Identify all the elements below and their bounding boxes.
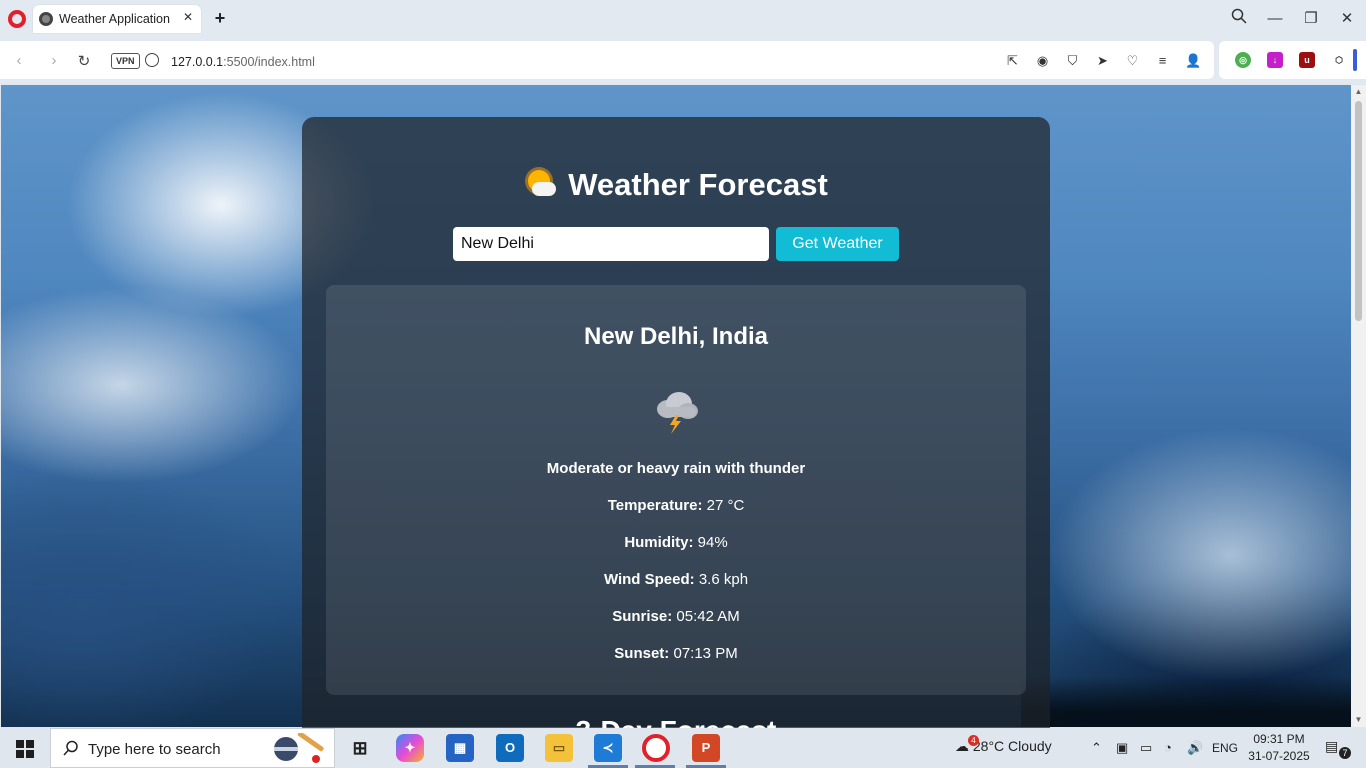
- volume-icon[interactable]: 🔊: [1187, 740, 1203, 756]
- system-clock[interactable]: 09:31 PM 31-07-2025: [1247, 731, 1311, 765]
- url-path: :5500/index.html: [223, 55, 315, 69]
- copilot-icon[interactable]: ✦: [396, 734, 424, 762]
- sunset-value: 07:13 PM: [673, 645, 738, 662]
- humidity-value: 94%: [697, 534, 728, 551]
- microsoft-store-icon[interactable]: ▦: [446, 734, 474, 762]
- weather-badge: 4: [968, 735, 979, 746]
- windows-taskbar: Type here to search ⊞ ✦ ▦ O ▭ ≺ P ☁ 28°C…: [0, 728, 1366, 768]
- clock-time: 09:31 PM: [1253, 732, 1305, 746]
- taskbar-search-box[interactable]: Type here to search: [50, 728, 335, 768]
- address-bar-row: ‹ › ↻ VPN 127.0.0.1:5500/index.html ⇱ ◉ …: [0, 38, 1366, 84]
- extension-box-icon[interactable]: ⬡: [1331, 52, 1347, 68]
- extensions-panel: ◎ ↓ u ⬡: [1219, 41, 1366, 79]
- sunset-label: Sunset:: [614, 645, 670, 662]
- url-field[interactable]: 127.0.0.1:5500/index.html: [171, 55, 315, 69]
- scroll-down-icon[interactable]: ▼: [1351, 713, 1366, 727]
- scroll-up-icon[interactable]: ▲: [1351, 85, 1366, 99]
- back-button[interactable]: ‹: [10, 52, 28, 69]
- share-icon[interactable]: ⇱: [1005, 53, 1020, 68]
- restore-button[interactable]: ❐: [1300, 8, 1322, 30]
- minimize-button[interactable]: —: [1264, 8, 1286, 30]
- city-search-input[interactable]: [453, 227, 769, 261]
- thunderstorm-icon: [657, 392, 698, 434]
- camera-icon[interactable]: ◉: [1035, 53, 1050, 68]
- meet-now-icon[interactable]: ▣: [1116, 740, 1128, 756]
- sun-behind-cloud-icon: [524, 168, 557, 200]
- wind-label: Wind Speed:: [603, 571, 695, 588]
- tab-search-icon[interactable]: [1228, 8, 1250, 30]
- sidebar-toggle[interactable]: [1353, 49, 1357, 71]
- windows-start-icon[interactable]: [16, 740, 34, 758]
- sunrise-label: Sunrise:: [612, 608, 673, 625]
- browser-tab[interactable]: Weather Application ✕: [33, 5, 201, 33]
- extension-download-icon[interactable]: ↓: [1267, 52, 1283, 68]
- humidity-row: Humidity: 94%: [326, 534, 1026, 551]
- get-weather-button[interactable]: Get Weather: [776, 227, 899, 261]
- heart-icon[interactable]: ♡: [1125, 53, 1140, 68]
- chevron-up-icon[interactable]: ⌃: [1091, 740, 1102, 756]
- task-view-icon[interactable]: ⊞: [346, 734, 374, 762]
- sunrise-value: 05:42 AM: [676, 608, 740, 625]
- extension-ublock-icon[interactable]: u: [1299, 52, 1315, 68]
- clock-date: 31-07-2025: [1248, 749, 1310, 763]
- send-icon[interactable]: ➤: [1095, 53, 1110, 68]
- shield-icon[interactable]: ⛉: [1065, 53, 1080, 68]
- cricket-highlight-icon: [274, 733, 324, 763]
- sunrise-row: Sunrise: 05:42 AM: [326, 608, 1026, 625]
- vpn-badge[interactable]: VPN: [111, 53, 140, 69]
- outlook-icon[interactable]: O: [496, 734, 524, 762]
- url-host: 127.0.0.1: [171, 55, 224, 69]
- treeline-decoration: [1021, 677, 1351, 727]
- scroll-thumb[interactable]: [1355, 101, 1362, 321]
- tab-close-icon[interactable]: ✕: [183, 10, 193, 24]
- globe-icon: [39, 12, 53, 26]
- wifi-icon[interactable]: ◔: [1164, 740, 1172, 755]
- tab-title: Weather Application: [59, 12, 170, 26]
- notification-count-badge: 7: [1339, 747, 1351, 759]
- menu-icon[interactable]: ≡: [1155, 53, 1170, 68]
- taskbar-weather-text: 28°C Cloudy: [972, 738, 1052, 754]
- weather-result-panel: New Delhi, India Moderate or heavy rain …: [326, 285, 1026, 695]
- wind-value: 3.6 kph: [698, 571, 749, 588]
- sunset-row: Sunset: 07:13 PM: [326, 645, 1026, 662]
- vscode-icon[interactable]: ≺: [594, 734, 622, 762]
- new-tab-button[interactable]: +: [210, 8, 230, 28]
- powerpoint-icon[interactable]: P: [692, 734, 720, 762]
- temperature-value: 27 °C: [706, 497, 745, 514]
- weather-app-card: Weather Forecast Get Weather New Delhi, …: [302, 117, 1050, 757]
- extension-bot-icon[interactable]: ◎: [1235, 52, 1251, 68]
- site-info-icon[interactable]: [145, 53, 159, 67]
- page-title-text: Weather Forecast: [568, 167, 828, 202]
- battery-icon[interactable]: ▭: [1140, 740, 1152, 756]
- opera-logo-icon[interactable]: [8, 10, 26, 28]
- file-explorer-icon[interactable]: ▭: [545, 734, 573, 762]
- humidity-label: Humidity:: [624, 534, 694, 551]
- close-window-button[interactable]: ✕: [1336, 8, 1358, 30]
- profile-icon[interactable]: 👤: [1185, 53, 1201, 68]
- condition-text: Moderate or heavy rain with thunder: [546, 460, 806, 477]
- search-icon: [63, 740, 79, 761]
- wind-row: Wind Speed: 3.6 kph: [326, 571, 1026, 588]
- language-indicator[interactable]: ENG: [1212, 741, 1238, 755]
- address-panel: ‹ › ↻ VPN 127.0.0.1:5500/index.html ⇱ ◉ …: [0, 41, 1214, 79]
- page-scrollbar[interactable]: ▲ ▼: [1351, 85, 1366, 727]
- taskbar-search-placeholder: Type here to search: [88, 741, 221, 758]
- reload-button[interactable]: ↻: [75, 52, 93, 70]
- temperature-label: Temperature:: [607, 497, 703, 514]
- page-title: Weather Forecast: [302, 167, 1050, 203]
- temperature-row: Temperature: 27 °C: [326, 497, 1026, 514]
- location-heading: New Delhi, India: [583, 323, 769, 350]
- forward-button[interactable]: ›: [45, 52, 63, 69]
- browser-tab-bar: Weather Application ✕ + — ❐ ✕: [0, 0, 1366, 38]
- opera-taskbar-icon[interactable]: [642, 734, 670, 762]
